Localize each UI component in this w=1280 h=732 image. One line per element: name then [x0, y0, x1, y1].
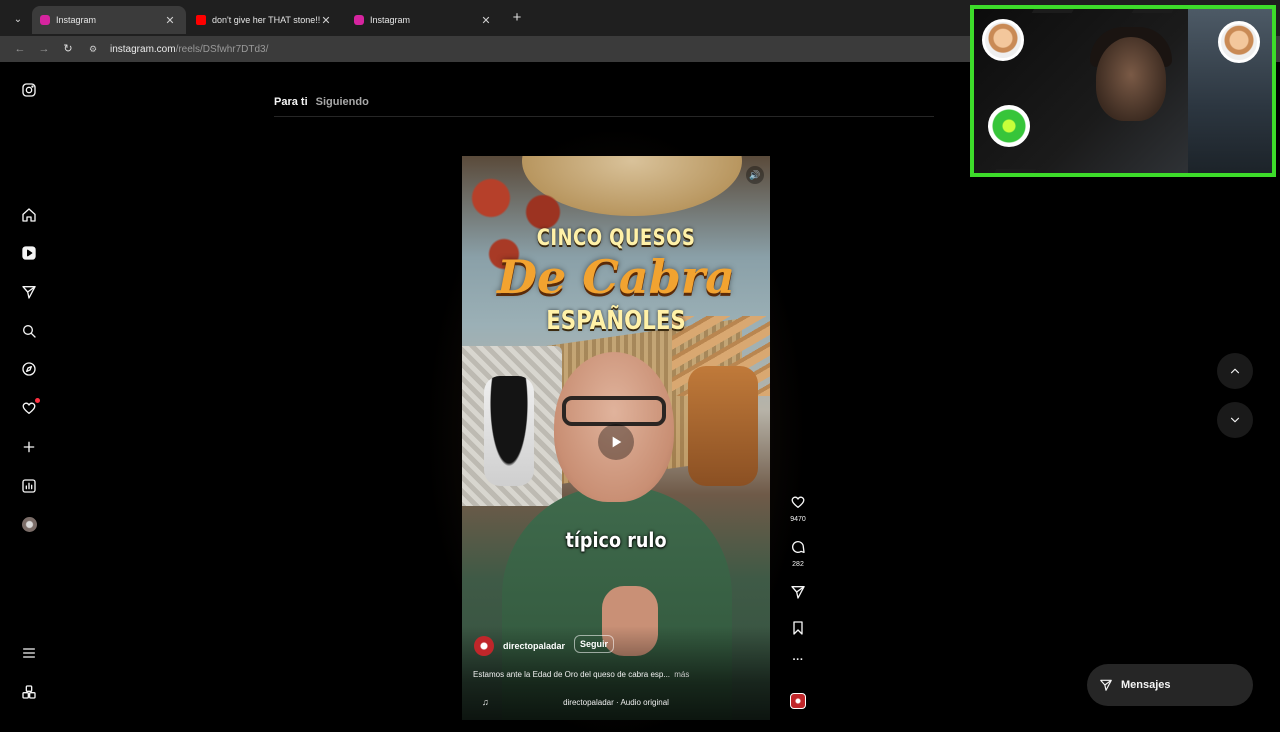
author-username[interactable]: directopaladar: [503, 641, 565, 651]
instagram-logo-icon[interactable]: [19, 80, 39, 100]
explore-icon[interactable]: [19, 359, 39, 379]
play-icon[interactable]: [598, 424, 634, 460]
comment-button[interactable]: 282: [784, 539, 812, 568]
webcam-person: [1096, 37, 1166, 121]
chevron-down-icon: [1230, 417, 1240, 423]
reel-audio[interactable]: ♫ directopaladar · Audio original: [462, 696, 770, 710]
profile-avatar[interactable]: [19, 514, 39, 534]
description-text: Estamos ante la Edad de Oro del queso de…: [473, 670, 671, 679]
reel-caption: Estamos ante la Edad de Oro del queso de…: [462, 670, 770, 682]
dashboard-icon[interactable]: [19, 476, 39, 496]
audio-thumbnail[interactable]: [790, 693, 806, 709]
audio-label[interactable]: directopaladar · Audio original: [462, 698, 770, 707]
site-info-icon[interactable]: ⚙: [86, 44, 100, 55]
like-count: 9470: [790, 516, 806, 523]
create-plus-icon[interactable]: [19, 437, 39, 457]
instagram-icon: [40, 15, 50, 25]
author-avatar[interactable]: [474, 636, 494, 656]
direct-messages-icon: [1100, 679, 1112, 691]
webcam-overlay: [970, 5, 1276, 177]
video-scene-goat-figure: [688, 366, 758, 486]
overlay-sticker-badge: [988, 105, 1030, 147]
notifications-heart-icon[interactable]: [19, 398, 40, 418]
instagram-icon: [354, 15, 364, 25]
overlay-stripe: [1131, 9, 1177, 13]
tab-title: don't give her THAT stone!!! - Y: [212, 15, 320, 25]
reel-description: Estamos ante la Edad de Oro del queso de…: [473, 670, 689, 679]
tab-following[interactable]: Siguiendo: [316, 96, 369, 108]
browser-tab-3[interactable]: Instagram ✕: [346, 6, 502, 34]
video-scene-goat-figure: [484, 376, 534, 486]
close-tab-icon[interactable]: ✕: [480, 14, 492, 27]
share-icon: [791, 586, 805, 599]
also-from-meta-icon[interactable]: [19, 682, 39, 702]
comment-icon: [792, 541, 805, 553]
chevron-up-icon: [1230, 368, 1240, 374]
save-button[interactable]: [784, 620, 812, 641]
video-title-line-3: ESPAÑOLES: [546, 306, 686, 336]
tab-for-you[interactable]: Para ti: [274, 96, 308, 108]
feed-tabs: Para ti Siguiendo: [274, 96, 369, 108]
reload-icon[interactable]: ↻: [60, 41, 76, 57]
volume-icon[interactable]: 🔊: [746, 166, 764, 184]
heart-icon: [791, 496, 805, 508]
like-button[interactable]: 9470: [784, 494, 812, 523]
previous-reel-button[interactable]: [1217, 353, 1253, 389]
video-presenter-glasses: [562, 396, 666, 426]
forward-icon[interactable]: →: [36, 41, 52, 57]
messages-button[interactable]: Mensajes: [1087, 664, 1253, 706]
close-tab-icon[interactable]: ✕: [164, 14, 176, 27]
more-options-icon[interactable]: ···: [784, 654, 812, 666]
overlay-sticker-badge: [1218, 21, 1260, 63]
youtube-icon: [196, 15, 206, 25]
back-icon[interactable]: ←: [12, 41, 28, 57]
home-icon[interactable]: [19, 205, 39, 225]
bookmark-icon: [793, 621, 803, 635]
address-bar[interactable]: ⚙ instagram.com/reels/DSfwhr7DTd3/: [86, 39, 976, 59]
overlay-stripe: [1031, 9, 1077, 13]
video-subtitle: típico rulo: [565, 528, 667, 552]
share-button[interactable]: [784, 584, 812, 605]
tab-title: Instagram: [370, 15, 411, 25]
browser-tab-1[interactable]: Instagram ✕: [32, 6, 186, 34]
follow-button[interactable]: Seguir: [574, 635, 615, 653]
browser-tab-2[interactable]: don't give her THAT stone!!! - Y ✕: [188, 6, 342, 34]
tab-search-chevron-icon[interactable]: ⌄: [8, 9, 28, 29]
notification-dot: [35, 398, 40, 403]
next-reel-button[interactable]: [1217, 402, 1253, 438]
close-tab-icon[interactable]: ✕: [320, 14, 332, 27]
tab-title: Instagram: [56, 15, 97, 25]
comment-count: 282: [792, 561, 804, 568]
profile-avatar-image: [21, 516, 37, 532]
video-title-line-1: CINCO QUESOS: [536, 226, 696, 251]
video-title-line-2: De Cabra: [497, 250, 735, 304]
feed-divider: [274, 116, 934, 117]
url-host: instagram.com: [110, 43, 176, 55]
messages-label: Mensajes: [1121, 679, 1171, 691]
reels-icon[interactable]: [19, 243, 39, 263]
direct-messages-icon[interactable]: [19, 282, 39, 302]
overlay-stripe: [991, 169, 1037, 173]
reel-video[interactable]: CINCO QUESOS De Cabra ESPAÑOLES típico r…: [462, 156, 770, 720]
menu-icon[interactable]: [19, 643, 39, 663]
overlay-sticker-badge: [982, 19, 1024, 61]
search-icon[interactable]: [19, 321, 39, 341]
url-path: /reels/DSfwhr7DTd3/: [175, 43, 269, 55]
new-tab-icon[interactable]: +: [508, 9, 526, 27]
sidebar: [0, 62, 58, 720]
more-link[interactable]: más: [674, 670, 689, 679]
